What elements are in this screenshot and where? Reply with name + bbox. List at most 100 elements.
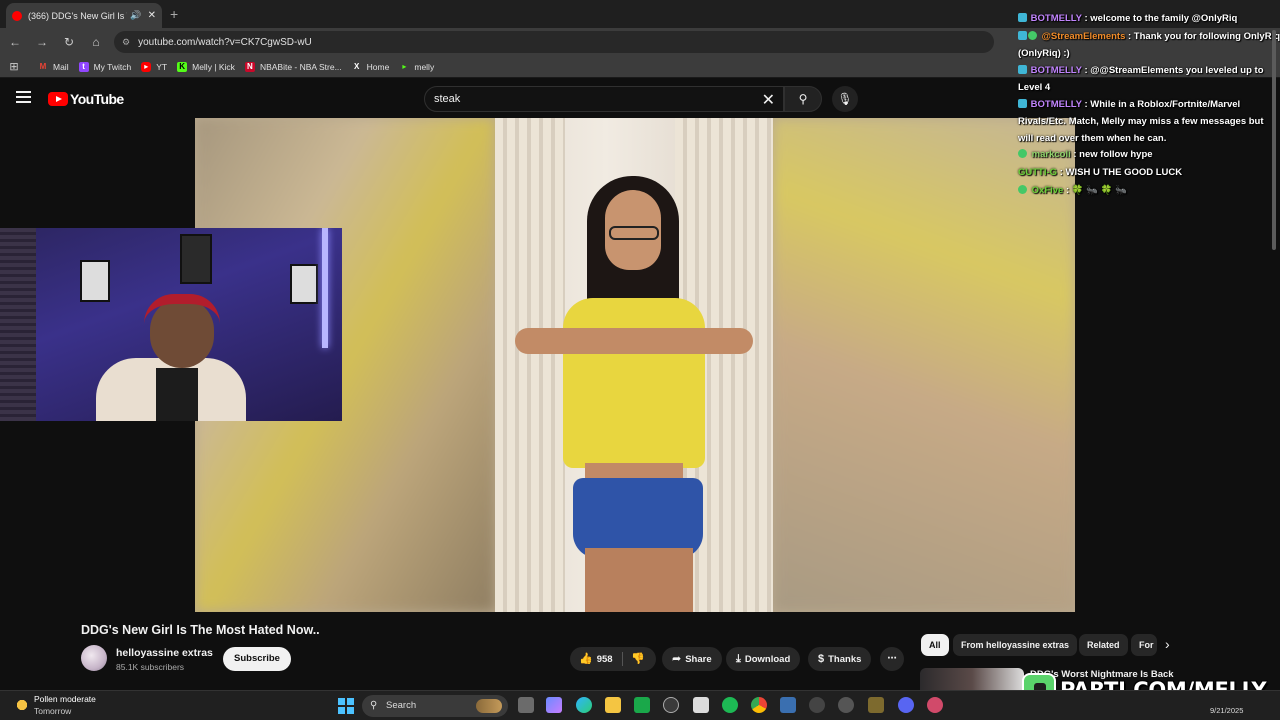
bookmark-label: My Twitch bbox=[93, 61, 132, 72]
more-icon: ⋯ bbox=[887, 653, 897, 664]
store-icon[interactable] bbox=[693, 697, 709, 713]
search-highlight-icon bbox=[476, 699, 502, 713]
xbox-icon[interactable] bbox=[634, 697, 650, 713]
youtube-play-icon bbox=[48, 92, 68, 106]
app-icon[interactable] bbox=[838, 697, 854, 713]
taskbar-search[interactable]: ⚲ Search bbox=[362, 695, 508, 717]
bookmark-mail[interactable]: M Mail bbox=[38, 62, 69, 72]
divider bbox=[622, 652, 623, 666]
chat-message: OxFive : 🍀 🐜 🍀 🐜 bbox=[1018, 182, 1280, 199]
pinned-app-icon[interactable] bbox=[927, 697, 943, 713]
chat-text: : 🍀 🐜 🍀 🐜 bbox=[1065, 185, 1128, 196]
file-explorer-icon[interactable] bbox=[605, 697, 621, 713]
youtube-favicon-icon bbox=[12, 10, 22, 21]
tab-title: (366) DDG's New Girl Is The bbox=[28, 10, 127, 21]
chrome-icon[interactable] bbox=[751, 697, 767, 713]
home-icon[interactable]: ⌂ bbox=[84, 35, 108, 49]
bookmark-yt[interactable]: ▸ YT bbox=[141, 61, 167, 72]
chevron-right-icon[interactable]: › bbox=[1165, 636, 1170, 652]
bot-badge-icon bbox=[1018, 13, 1027, 22]
bookmark-melly[interactable]: ▸ melly bbox=[399, 62, 434, 72]
chat-text: : WISH U THE GOOD LUCK bbox=[1059, 167, 1183, 178]
spotify-icon[interactable] bbox=[722, 697, 738, 713]
recommended-thumbnail[interactable] bbox=[920, 668, 1024, 690]
menu-icon[interactable] bbox=[16, 91, 31, 103]
search-input[interactable]: steak ✕ bbox=[424, 86, 784, 112]
taskbar-date[interactable]: 9/21/2025 bbox=[1210, 706, 1243, 715]
share-icon: ➦ bbox=[672, 653, 682, 665]
apps-grid-icon[interactable]: ⊞ bbox=[0, 60, 28, 73]
chat-message: GUTTI-G : WISH U THE GOOD LUCK bbox=[1018, 164, 1280, 181]
weather-status[interactable]: Pollen moderate bbox=[34, 694, 96, 704]
bookmark-label: melly bbox=[414, 61, 435, 72]
photos-icon[interactable] bbox=[780, 697, 796, 713]
windows-start-icon[interactable] bbox=[338, 698, 354, 714]
like-button[interactable]: 👍 958 bbox=[579, 647, 613, 672]
youtube-logo[interactable]: YouTube bbox=[48, 91, 124, 107]
clear-search-icon[interactable]: ✕ bbox=[762, 90, 775, 110]
weather-icon[interactable] bbox=[14, 697, 30, 713]
share-label: Share bbox=[685, 654, 712, 665]
back-icon[interactable]: ← bbox=[3, 35, 27, 49]
channel-name[interactable]: helloyassine extras bbox=[116, 647, 213, 659]
bookmark-nbabite[interactable]: N NBABite - NBA Stre... bbox=[244, 61, 342, 72]
chip-from-channel[interactable]: From helloyassine extras bbox=[953, 634, 1078, 656]
channel-avatar[interactable] bbox=[81, 645, 107, 671]
voice-search-button[interactable]: 🎙 bbox=[832, 86, 858, 112]
new-tab-button[interactable]: + bbox=[170, 6, 178, 22]
bookmark-my-twitch[interactable]: t My Twitch bbox=[78, 61, 132, 72]
x-icon: X bbox=[354, 61, 360, 71]
glasses bbox=[609, 226, 659, 240]
verified-badge-icon bbox=[1028, 31, 1037, 40]
curtain-left bbox=[495, 118, 565, 612]
close-tab-icon[interactable]: ✕ bbox=[148, 10, 156, 21]
chat-username: GUTTI-G bbox=[1018, 167, 1058, 178]
yellow-jersey bbox=[563, 298, 705, 468]
sub-badge-icon bbox=[1018, 149, 1027, 158]
more-actions-button[interactable]: ⋯ bbox=[880, 647, 904, 671]
forward-icon[interactable]: → bbox=[30, 35, 54, 49]
steam-icon[interactable] bbox=[663, 697, 679, 713]
download-button[interactable]: ⤓ Download bbox=[726, 647, 801, 671]
address-bar[interactable]: ⚙ youtube.com/watch?v=CK7CgwSD-wU bbox=[114, 31, 994, 53]
window-blinds bbox=[0, 228, 36, 421]
wall-poster bbox=[80, 260, 110, 302]
chip-for-you[interactable]: For bbox=[1131, 634, 1157, 656]
url-text: youtube.com/watch?v=CK7CgwSD-wU bbox=[138, 36, 312, 48]
dislike-button[interactable]: 👎 bbox=[631, 647, 649, 672]
thanks-icon: $ bbox=[818, 653, 825, 665]
thumbs-up-icon: 👍 bbox=[579, 653, 593, 665]
bookmark-label: Mail bbox=[53, 61, 69, 72]
discord-icon[interactable] bbox=[898, 697, 914, 713]
reload-icon[interactable]: ↻ bbox=[57, 35, 81, 49]
search-button[interactable]: ⚲ bbox=[784, 86, 822, 112]
youtube-logo-text: YouTube bbox=[70, 91, 124, 107]
chip-all[interactable]: All bbox=[921, 634, 949, 656]
bot-badge-icon bbox=[1018, 65, 1027, 74]
download-icon: ⤓ bbox=[736, 653, 741, 665]
like-count: 958 bbox=[596, 654, 613, 665]
bookmark-melly-kick[interactable]: K Melly | Kick bbox=[177, 61, 235, 72]
game-icon[interactable] bbox=[868, 697, 884, 713]
thanks-button[interactable]: $ Thanks bbox=[808, 647, 872, 671]
copilot-icon[interactable] bbox=[546, 697, 562, 713]
sub-badge-icon bbox=[1018, 185, 1027, 194]
browser-tab[interactable]: (366) DDG's New Girl Is The 🔊 ✕ bbox=[6, 3, 162, 28]
taskbar-search-label: Search bbox=[386, 700, 417, 711]
chip-related[interactable]: Related bbox=[1079, 634, 1128, 656]
video-frame bbox=[495, 118, 773, 612]
edge-icon[interactable] bbox=[576, 697, 592, 713]
subscribe-button[interactable]: Subscribe bbox=[223, 647, 291, 671]
task-view-icon[interactable] bbox=[518, 697, 534, 713]
chat-message: markcoli : new follow hype bbox=[1018, 146, 1280, 163]
webcam-overlay bbox=[0, 228, 342, 421]
chat-username: BOTMELLY bbox=[1030, 13, 1082, 24]
chat-username: markcoli bbox=[1031, 149, 1071, 160]
media-player-icon[interactable] bbox=[809, 697, 825, 713]
share-button[interactable]: ➦ Share bbox=[662, 647, 722, 671]
bookmark-home[interactable]: X Home bbox=[352, 61, 389, 72]
chat-message: @StreamElements : Thank you for followin… bbox=[1018, 28, 1280, 62]
speaker-icon[interactable]: 🔊 bbox=[130, 10, 141, 21]
page-scrollbar[interactable] bbox=[1272, 30, 1276, 250]
site-info-icon[interactable]: ⚙ bbox=[122, 37, 130, 48]
